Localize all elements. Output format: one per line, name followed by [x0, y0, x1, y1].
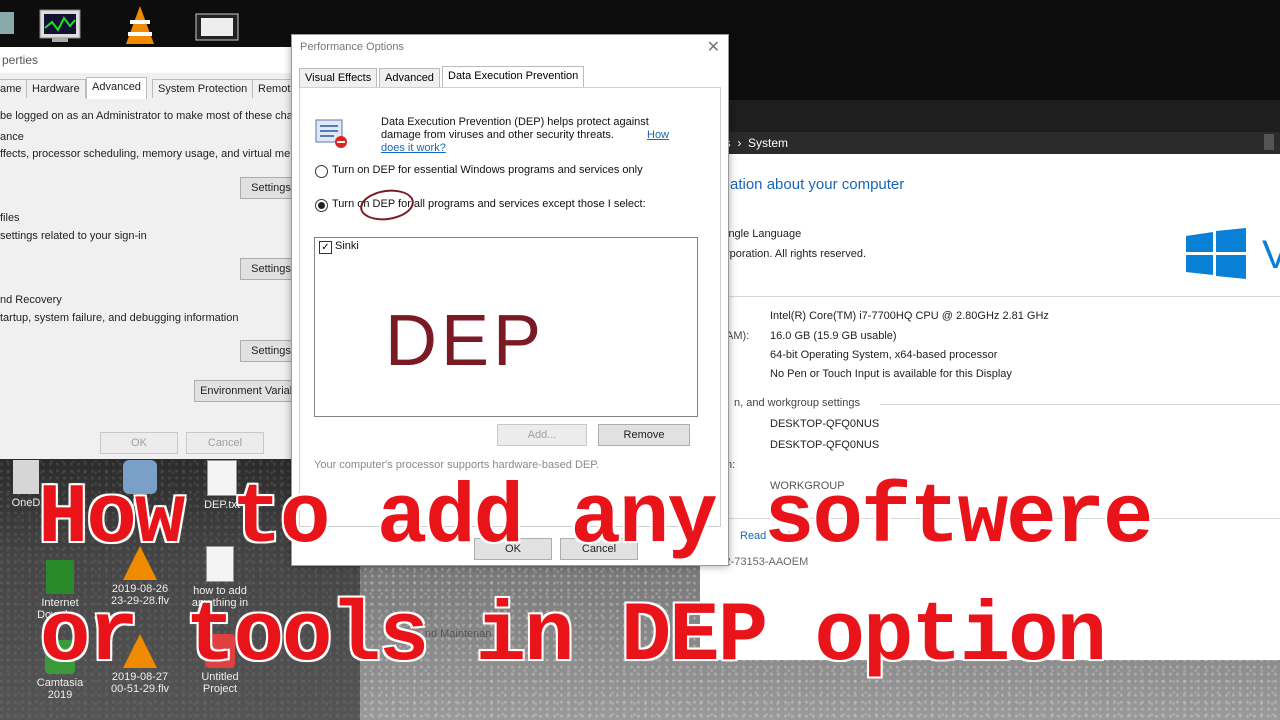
dep-description-line2: damage from viruses and other security t…	[381, 129, 614, 141]
video-icon[interactable]	[192, 4, 242, 46]
pen-touch-value: No Pen or Touch Input is available for t…	[770, 368, 1012, 380]
sysprop-ok-button[interactable]: OK	[100, 432, 178, 454]
sysprop-cancel-button[interactable]: Cancel	[186, 432, 264, 454]
startup-recovery-heading: nd Recovery	[0, 294, 62, 306]
user-profiles-heading: files	[0, 212, 20, 224]
performance-heading: ance	[0, 131, 24, 143]
tab-remote[interactable]: Remot	[252, 79, 297, 98]
performance-desc: ffects, processor scheduling, memory usa…	[0, 148, 300, 160]
windows-edition: ingle Language	[726, 228, 802, 240]
tab-hardware[interactable]: Hardware	[26, 79, 86, 98]
computer-name-value: DESKTOP-QFQ0NUS	[770, 418, 880, 430]
copyright-text: rporation. All rights reserved.	[726, 248, 867, 260]
full-computer-name-value: DESKTOP-QFQ0NUS	[770, 439, 880, 451]
sysprop-title: perties	[0, 47, 300, 73]
how-does-it-work-link[interactable]: How	[647, 129, 669, 141]
dep-essential-radio[interactable]	[315, 165, 328, 178]
refresh-icon[interactable]	[1264, 134, 1274, 150]
how-does-it-work-link-cont[interactable]: does it work?	[381, 142, 446, 154]
startup-recovery-desc: tartup, system failure, and debugging in…	[0, 312, 239, 324]
user-profiles-desc: settings related to your sign-in	[0, 230, 147, 242]
add-button[interactable]: Add...	[497, 424, 587, 446]
svg-text:V: V	[1262, 233, 1280, 277]
dep-exceptions-list[interactable]: ✓ Sinki DEP	[314, 237, 698, 417]
vlc-icon[interactable]	[118, 4, 162, 46]
ram-value: 16.0 GB (15.9 GB usable)	[770, 330, 897, 342]
admin-note: be logged on as an Administrator to make…	[0, 110, 293, 122]
close-icon[interactable]: ✕	[707, 37, 720, 57]
caption-line-1: How to add any softwere	[38, 472, 1153, 567]
hardware-dep-note: Your computer's processor supports hardw…	[314, 459, 600, 471]
dep-annotation-text: DEP	[385, 301, 546, 381]
remove-button[interactable]: Remove	[598, 424, 690, 446]
dep-essential-label[interactable]: Turn on DEP for essential Windows progra…	[332, 164, 643, 176]
ram-label: AM):	[726, 330, 750, 342]
tab-computer-name[interactable]: ame	[0, 79, 28, 98]
system-properties-window: perties ame Hardware Advanced System Pro…	[0, 47, 302, 459]
dep-all-programs-radio[interactable]	[315, 199, 328, 212]
system-window: ation about your computer ingle Language…	[614, 154, 1280, 660]
tab-system-protection[interactable]: System Protection	[152, 79, 254, 98]
activity-monitor-icon[interactable]	[36, 4, 86, 46]
caption-line-2: or tools in DEP option	[40, 590, 1107, 685]
tab-visual-effects[interactable]: Visual Effects	[299, 68, 378, 87]
processor-value: Intel(R) Core(TM) i7-7700HQ CPU @ 2.80GH…	[770, 310, 1049, 322]
system-window-titlebar	[700, 100, 1280, 132]
windows-logo-icon: V	[1186, 228, 1280, 285]
environment-variables-button[interactable]: Environment Variab	[194, 380, 302, 402]
dialog-title: Performance Options	[300, 41, 404, 53]
tab-advanced[interactable]: Advanced	[86, 77, 147, 99]
dep-description-line1: Data Execution Prevention (DEP) helps pr…	[381, 116, 649, 128]
workgroup-section-heading: n, and workgroup settings	[734, 397, 860, 409]
desktop-icon-label: OneD	[11, 497, 41, 509]
system-type-value: 64-bit Operating System, x64-based proce…	[770, 349, 998, 361]
system-address-bar[interactable]: ns › System	[700, 132, 1280, 154]
checkbox-checked-icon[interactable]: ✓	[319, 241, 332, 254]
dep-list-item[interactable]: Sinki	[335, 240, 359, 252]
tab-data-execution-prevention[interactable]: Data Execution Prevention	[442, 66, 585, 88]
dep-panel: Data Execution Prevention (DEP) helps pr…	[299, 87, 721, 527]
monitor-icon[interactable]	[0, 4, 14, 46]
dep-shield-icon	[314, 116, 350, 155]
system-heading: ation about your computer	[730, 176, 905, 193]
tab-advanced[interactable]: Advanced	[379, 68, 440, 87]
